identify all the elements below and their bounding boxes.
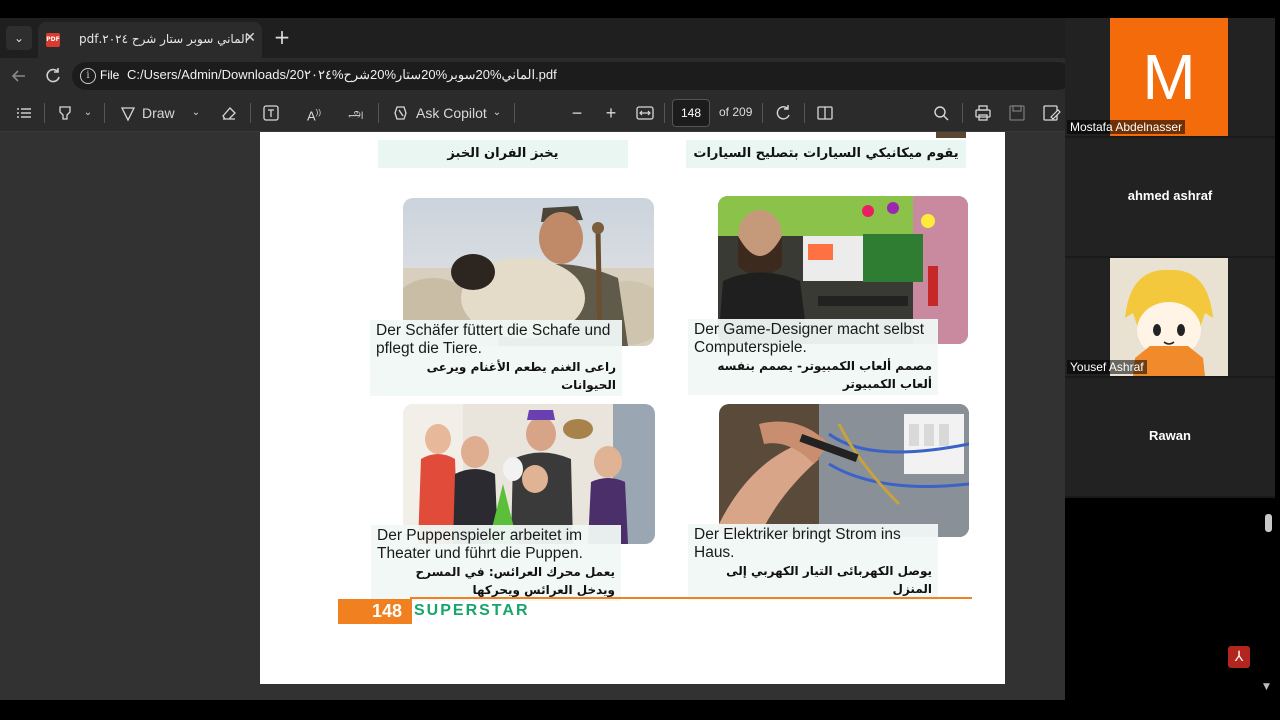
new-tab-button[interactable]: +: [270, 26, 294, 50]
avatar: [1110, 258, 1228, 376]
caption-de-line2: Computerspiele.: [694, 339, 807, 356]
text-box-icon[interactable]: [260, 101, 282, 125]
puppeteer-photo: [403, 404, 655, 544]
page-number-input[interactable]: 148: [672, 99, 710, 127]
fit-icon[interactable]: [634, 101, 656, 125]
chevron-down-icon[interactable]: ⌄: [490, 101, 504, 125]
participant-tile-yousef[interactable]: Yousef Ashraf: [1065, 258, 1275, 376]
url-scheme: File: [100, 68, 120, 82]
arabic-caption-baker: يخبز الفران الخبز: [378, 140, 628, 168]
caption-ar: مصمم ألعاب الكمبيوتر- يصمم بنفسه ألعاب ا…: [717, 359, 932, 391]
footer-rule: [410, 597, 972, 599]
eraser-icon[interactable]: [218, 101, 240, 125]
toolbar-divider: [104, 103, 105, 123]
translate-icon[interactable]: அ: [344, 101, 368, 125]
caption-de-line1: Der Elektriker bringt Strom ins Haus.: [694, 526, 901, 561]
tab-actions-menu-button[interactable]: ⌄: [6, 26, 32, 50]
toolbar-divider: [962, 103, 963, 123]
toolbar-divider: [804, 103, 805, 123]
caption-electrician: Der Elektriker bringt Strom ins Haus. يو…: [688, 524, 938, 600]
copilot-icon[interactable]: [390, 101, 412, 125]
toolbar-divider: [514, 103, 515, 123]
pdf-page: يخبز الفران الخبز يقوم ميكانيكي السيارات…: [260, 132, 1005, 684]
pdf-icon: PDF: [46, 33, 60, 47]
save-as-icon[interactable]: [1040, 101, 1062, 125]
caption-de-line2: Theater und führt die Puppen.: [377, 545, 583, 562]
scrollbar-thumb[interactable]: [1265, 514, 1272, 532]
participant-tile-rawan[interactable]: Rawan: [1065, 378, 1275, 496]
footer-brand: SUPERSTAR: [414, 602, 530, 619]
back-icon[interactable]: [8, 65, 30, 87]
ask-copilot-button[interactable]: Ask Copilot: [416, 101, 492, 125]
toolbar-divider: [44, 103, 45, 123]
caption-ar: راعى الغنم يطعم الأغنام ويرعى الحيوانات: [426, 360, 616, 392]
caption-shepherd: Der Schäfer füttert die Schafe und pfleg…: [370, 320, 622, 396]
caption-ar: يعمل محرك العرائس: في المسرح ويدخل العرا…: [415, 565, 615, 597]
print-icon[interactable]: [972, 101, 994, 125]
save-icon[interactable]: [1006, 101, 1028, 125]
participant-name: Yousef Ashraf: [1067, 360, 1147, 374]
close-icon[interactable]: ✕: [242, 30, 258, 46]
toolbar-divider: [762, 103, 763, 123]
address-bar: i File C:/Users/Admin/Downloads/20الماني…: [0, 58, 1065, 94]
caption-de-line2: pflegt die Tiere.: [376, 340, 482, 357]
refresh-icon[interactable]: [42, 65, 64, 87]
tab-bar: ⌄ PDF الماني سوبر ستار شرح ٢٠٢٤.pdf ✕ +: [0, 18, 1065, 58]
zoom-out-icon[interactable]: −: [566, 101, 588, 125]
caption-puppeteer: Der Puppenspieler arbeitet im Theater un…: [371, 525, 621, 601]
pdf-toolbar: ⌄ Draw ⌄ A)) அ Ask Copilot ⌄ − + 148 of …: [0, 94, 1065, 132]
arabic-caption-mechanic: يقوم ميكانيكي السيارات بتصليح السيارات: [686, 140, 966, 168]
info-icon[interactable]: i: [80, 68, 96, 84]
toolbar-divider: [378, 103, 379, 123]
page-total: of 209: [719, 105, 753, 119]
contents-icon[interactable]: [12, 101, 36, 125]
chevron-down-icon[interactable]: ⌄: [188, 101, 204, 125]
participant-name: ahmed ashraf: [1127, 188, 1213, 203]
caption-ar: يوصل الكهربائى التيار الكهربي إلى المنزل: [726, 564, 932, 596]
caption-de-line1: Der Schäfer füttert die Schafe und: [376, 322, 611, 339]
url-text[interactable]: C:/Users/Admin/Downloads/20الماني%20سوبر…: [127, 67, 557, 83]
participant-tile-ahmed[interactable]: ahmed ashraf: [1065, 138, 1275, 256]
read-aloud-icon[interactable]: A)): [302, 101, 326, 125]
scroll-down-icon[interactable]: ▼: [1263, 682, 1270, 692]
caption-de-line1: Der Puppenspieler arbeitet im: [377, 527, 583, 544]
footer-page-number: 148: [338, 599, 412, 624]
electrician-photo: [719, 404, 969, 537]
participant-name: Mostafa Abdelnasser: [1067, 120, 1186, 134]
chevron-down-icon: ⌄: [13, 31, 25, 45]
highlight-icon[interactable]: [54, 101, 76, 125]
toolbar-divider: [664, 103, 665, 123]
caption-game-designer: Der Game-Designer macht selbst Computers…: [688, 319, 938, 395]
url-field[interactable]: i File C:/Users/Admin/Downloads/20الماني…: [72, 62, 1065, 90]
acrobat-icon[interactable]: ⅄: [1228, 646, 1250, 668]
tab-title: الماني سوبر ستار شرح ٢٠٢٤.pdf: [78, 32, 248, 46]
photo-edge: [936, 132, 966, 138]
tab-pdf[interactable]: PDF الماني سوبر ستار شرح ٢٠٢٤.pdf ✕: [38, 22, 262, 58]
page-view-icon[interactable]: [814, 101, 836, 125]
chevron-down-icon[interactable]: ⌄: [80, 101, 96, 125]
browser-window: ⌄ PDF الماني سوبر ستار شرح ٢٠٢٤.pdf ✕ + …: [0, 18, 1065, 700]
search-icon[interactable]: [930, 101, 952, 125]
caption-de-line1: Der Game-Designer macht selbst: [694, 321, 924, 338]
toolbar-divider: [250, 103, 251, 123]
draw-icon[interactable]: [118, 101, 138, 125]
participant-name: Rawan: [1149, 428, 1191, 443]
rotate-icon[interactable]: [773, 101, 795, 125]
participants-panel: M Mostafa Abdelnasser ahmed ashraf Youse…: [1065, 18, 1275, 498]
participant-tile-mostafa[interactable]: M Mostafa Abdelnasser: [1065, 18, 1275, 136]
pdf-viewer-area[interactable]: يخبز الفران الخبز يقوم ميكانيكي السيارات…: [0, 132, 1065, 700]
zoom-in-icon[interactable]: +: [600, 101, 622, 125]
avatar: M: [1110, 18, 1228, 136]
screen: ⌄ PDF الماني سوبر ستار شرح ٢٠٢٤.pdf ✕ + …: [0, 0, 1280, 720]
draw-button[interactable]: Draw: [142, 101, 186, 125]
